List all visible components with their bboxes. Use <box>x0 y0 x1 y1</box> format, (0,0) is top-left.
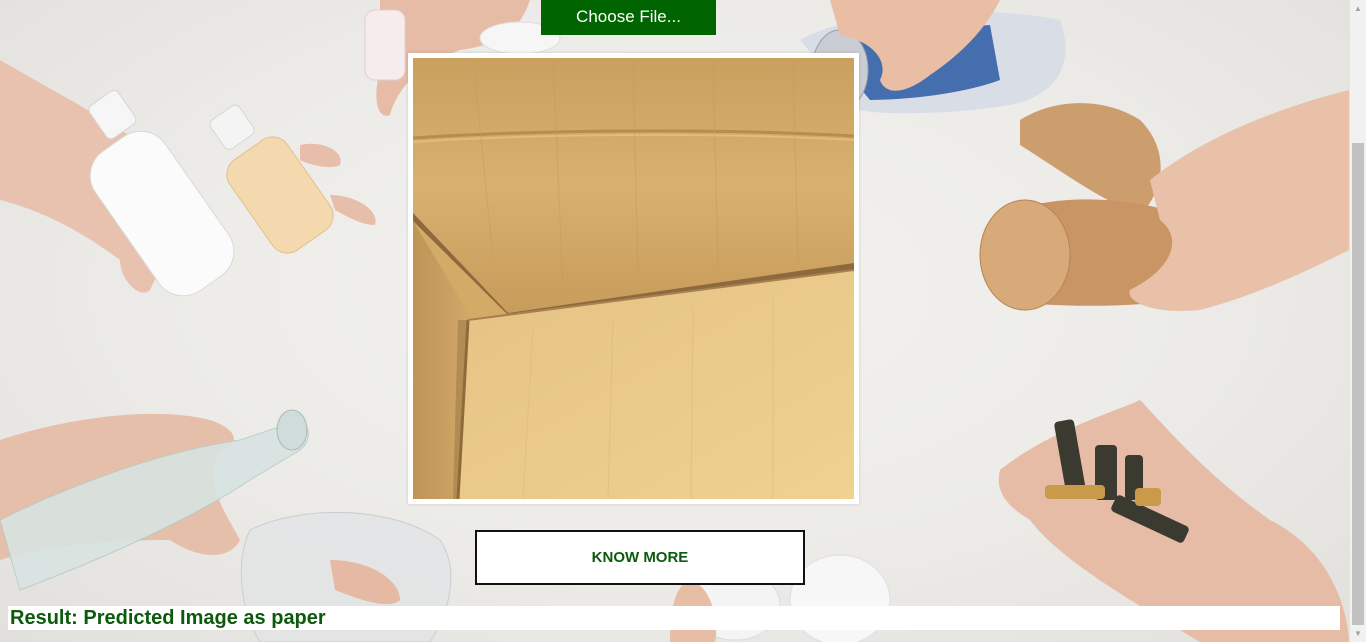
hand-with-bottles-topleft <box>0 60 376 297</box>
result-prefix: Result: <box>10 607 78 629</box>
scroll-thumb[interactable] <box>1352 143 1364 625</box>
choose-file-label: Choose File... <box>576 6 681 26</box>
scroll-down-icon[interactable]: ▼ <box>1350 625 1366 642</box>
know-more-label: KNOW MORE <box>591 549 689 566</box>
cardboard-box-photo-icon <box>413 58 854 499</box>
vertical-scrollbar[interactable]: ▲ ▼ <box>1349 0 1366 642</box>
result-bar: Result: Predicted Image as paper <box>8 606 1340 630</box>
result-text: Predicted Image as paper <box>83 607 326 629</box>
know-more-button[interactable]: KNOW MORE <box>475 530 805 585</box>
uploaded-image-preview <box>408 53 859 504</box>
hand-with-paper-cups <box>979 90 1349 311</box>
choose-file-button[interactable]: Choose File... <box>541 0 716 35</box>
scroll-up-icon[interactable]: ▲ <box>1350 0 1366 17</box>
